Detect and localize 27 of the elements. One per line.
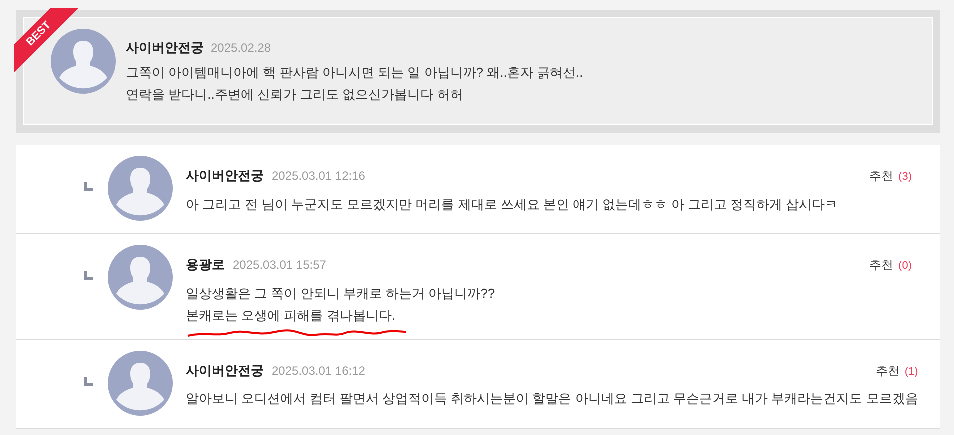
avatar-icon [51, 29, 116, 94]
author-name: 사이버안전궁 [186, 362, 264, 380]
author-name: 용광로 [186, 256, 225, 274]
recommend-count: (3) [898, 170, 912, 185]
reply-arrow-icon [84, 376, 93, 386]
recommend-label[interactable]: 추천 [876, 362, 900, 380]
reply-arrow-icon [84, 182, 93, 191]
comment-text: 연락을 받다니..주변에 신뢰가 그리도 없으신가봅니다 허허 [126, 86, 464, 104]
comment-text: 알아보니 오디션에서 컴터 팔면서 상업적이득 취하시는분이 할말은 아니네요 그리고 무슨근거로 내가 부캐라는건지도 모르겠음 [186, 390, 918, 408]
comment-date: 2025.03.01 12:16 [272, 168, 366, 185]
recommend-count: (0) [898, 259, 912, 274]
avatar-icon [108, 245, 173, 310]
author-name: 사이버안전궁 [186, 167, 264, 185]
comment-date: 2025.02.28 [211, 40, 272, 57]
comment-date: 2025.03.01 15:57 [233, 257, 326, 274]
reply-arrow-icon [84, 271, 93, 280]
recommend-count: (1) [904, 364, 918, 380]
avatar-icon [108, 350, 173, 416]
author-name: 사이버안전궁 [126, 39, 204, 57]
comment-text: 일상생활은 그 쪽이 안되니 부캐로 하는거 아닙니까?? [186, 284, 496, 302]
recommend-label[interactable]: 추천 [870, 256, 894, 274]
comment-date: 2025.03.01 16:12 [272, 362, 366, 380]
comment-text: 본캐로는 오생에 피해를 겪나봅니다. [186, 306, 396, 324]
comment-text: 그쪽이 아이템매니아에 핵 판사람 아니시면 되는 일 아닙니까? 왜..혼자 긁혀선.. [126, 64, 584, 82]
comment-text: 아 그리고 전 님이 누군지도 모르겠지만 머리를 제대로 쓰세요 본인 얘기 없는데ㅎㅎ 아 그리고 정직하게 삽시다ㅋ [186, 196, 840, 214]
recommend-label[interactable]: 추천 [870, 167, 894, 185]
avatar-icon [108, 156, 173, 221]
